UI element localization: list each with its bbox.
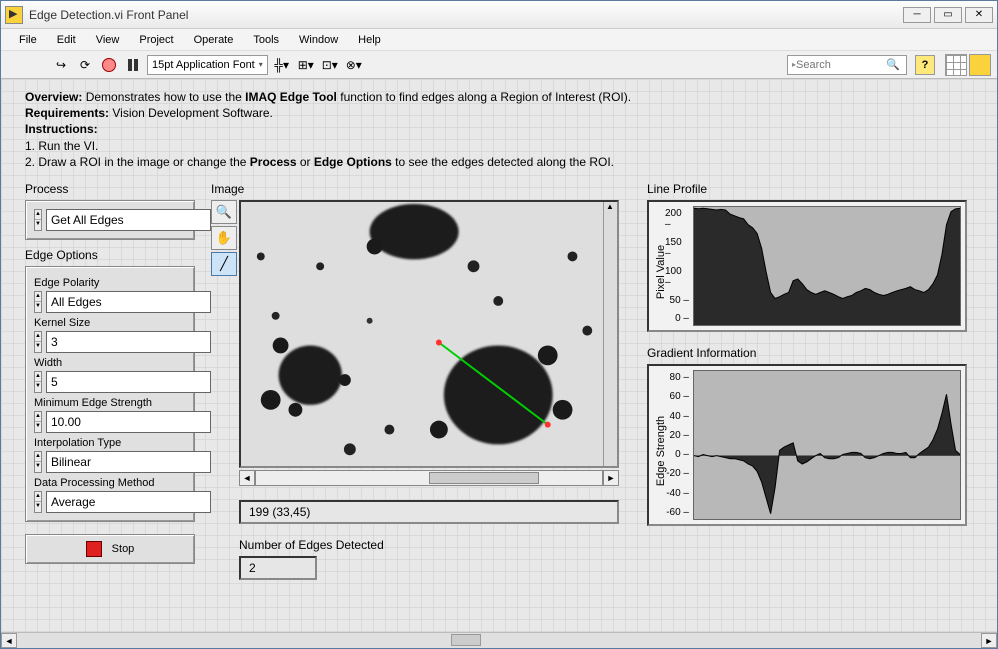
font-label: 15pt Application Font [152,59,255,71]
menu-project[interactable]: Project [129,32,183,48]
record-button[interactable] [99,55,119,75]
help-button[interactable]: ? [915,55,935,75]
dpm-input[interactable] [46,491,211,513]
process-input[interactable] [46,209,211,231]
interp-input[interactable] [46,451,211,473]
image-label: Image [211,182,631,196]
search-icon[interactable]: 🔍 [886,58,900,71]
labview-icon [5,6,23,24]
resize-button[interactable]: ⊡▾ [320,55,340,75]
kernel-size-label: Kernel Size [34,317,186,329]
run-cont-button[interactable]: ⟳ [75,55,95,75]
interp-spinner[interactable]: ▲▼ [34,451,42,473]
line-profile-label: Line Profile [647,182,967,196]
pause-button[interactable] [123,55,143,75]
process-label: Process [25,182,195,196]
interp-label: Interpolation Type [34,437,186,449]
search-box[interactable]: ▸ 🔍 [787,55,907,75]
min-edge-spinner[interactable]: ▲▼ [34,411,42,433]
line-tool-button[interactable]: ╱ [211,252,237,276]
hscroll-left-button[interactable]: ◄ [239,470,255,486]
front-panel-canvas[interactable]: Overview: Demonstrates how to use the IM… [1,79,997,632]
edge-polarity-label: Edge Polarity [34,277,186,289]
line-profile-yaxis: 200 –150 –100 –50 –0 – [665,206,693,326]
process-spinner[interactable]: ▲▼ [34,209,42,231]
stop-label: Stop [112,543,135,555]
zoom-tool-button[interactable]: 🔍 [211,200,237,224]
stop-icon [86,541,102,557]
gradient-label: Gradient Information [647,346,967,360]
ned-label: Number of Edges Detected [239,538,619,552]
edge-options-panel: Edge Polarity ▲▼ Kernel Size ▲▼ Width ▲ [25,266,195,522]
menu-window[interactable]: Window [289,32,348,48]
image-hscrollbar[interactable]: ◄ ► [239,470,619,486]
width-label: Width [34,357,186,369]
min-edge-input[interactable] [46,411,211,433]
process-panel: ▲▼ [25,200,195,240]
overview-text: Overview: Demonstrates how to use the IM… [25,89,973,170]
image-toolbar: 🔍 ✋ ╱ [211,200,239,580]
font-selector[interactable]: 15pt Application Font [147,55,268,75]
toolbar: ↪ ⟳ 15pt Application Font ╬▾ ⊞▾ ⊡▾ ⊗▾ ▸ … [1,51,997,79]
menu-tools[interactable]: Tools [243,32,289,48]
align-button[interactable]: ╬▾ [272,55,292,75]
ned-value: 2 [239,556,317,580]
minimize-button[interactable]: ─ [903,7,931,23]
menubar: File Edit View Project Operate Tools Win… [1,29,997,51]
app-window: Edge Detection.vi Front Panel ─ ▭ ✕ File… [0,0,998,649]
canvas-hscrollbar[interactable]: ◄► [1,632,997,648]
edge-options-label: Edge Options [25,248,195,262]
window-title: Edge Detection.vi Front Panel [29,8,903,22]
stop-button[interactable]: Stop [25,534,195,564]
gradient-plot[interactable] [693,370,961,520]
hscroll-right-button[interactable]: ► [603,470,619,486]
width-input[interactable] [46,371,211,393]
line-profile-chart: Pixel Value 200 –150 –100 –50 –0 – [647,200,967,332]
maximize-button[interactable]: ▭ [934,7,962,23]
kernel-size-spinner[interactable]: ▲▼ [34,331,42,353]
line-profile-plot[interactable] [693,206,961,326]
menu-help[interactable]: Help [348,32,391,48]
titlebar: Edge Detection.vi Front Panel ─ ▭ ✕ [1,1,997,29]
pan-tool-button[interactable]: ✋ [211,226,237,250]
dpm-spinner[interactable]: ▲▼ [34,491,42,513]
image-vscrollbar[interactable] [603,202,617,466]
gradient-yaxis: 80 –60 –40 –20 –0 –-20 –-40 –-60 – [665,370,693,520]
width-spinner[interactable]: ▲▼ [34,371,42,393]
dpm-label: Data Processing Method [34,477,186,489]
image-status: 199 (33,45) [239,500,619,524]
min-edge-label: Minimum Edge Strength [34,397,186,409]
vi-icon[interactable] [969,54,991,76]
close-button[interactable]: ✕ [965,7,993,23]
search-input[interactable] [796,59,886,71]
menu-edit[interactable]: Edit [47,32,86,48]
edge-polarity-input[interactable] [46,291,211,313]
gradient-chart: Edge Strength 80 –60 –40 –20 –0 –-20 –-4… [647,364,967,526]
line-profile-ylabel: Pixel Value [655,212,667,332]
menu-file[interactable]: File [9,32,47,48]
kernel-size-input[interactable] [46,331,211,353]
reorder-button[interactable]: ⊗▾ [344,55,364,75]
menu-view[interactable]: View [86,32,130,48]
menu-operate[interactable]: Operate [184,32,244,48]
gradient-ylabel: Edge Strength [655,391,667,511]
run-button[interactable]: ↪ [51,55,71,75]
distribute-button[interactable]: ⊞▾ [296,55,316,75]
connector-pane-icon[interactable] [945,54,967,76]
edge-polarity-spinner[interactable]: ▲▼ [34,291,42,313]
image-display[interactable] [239,200,619,468]
